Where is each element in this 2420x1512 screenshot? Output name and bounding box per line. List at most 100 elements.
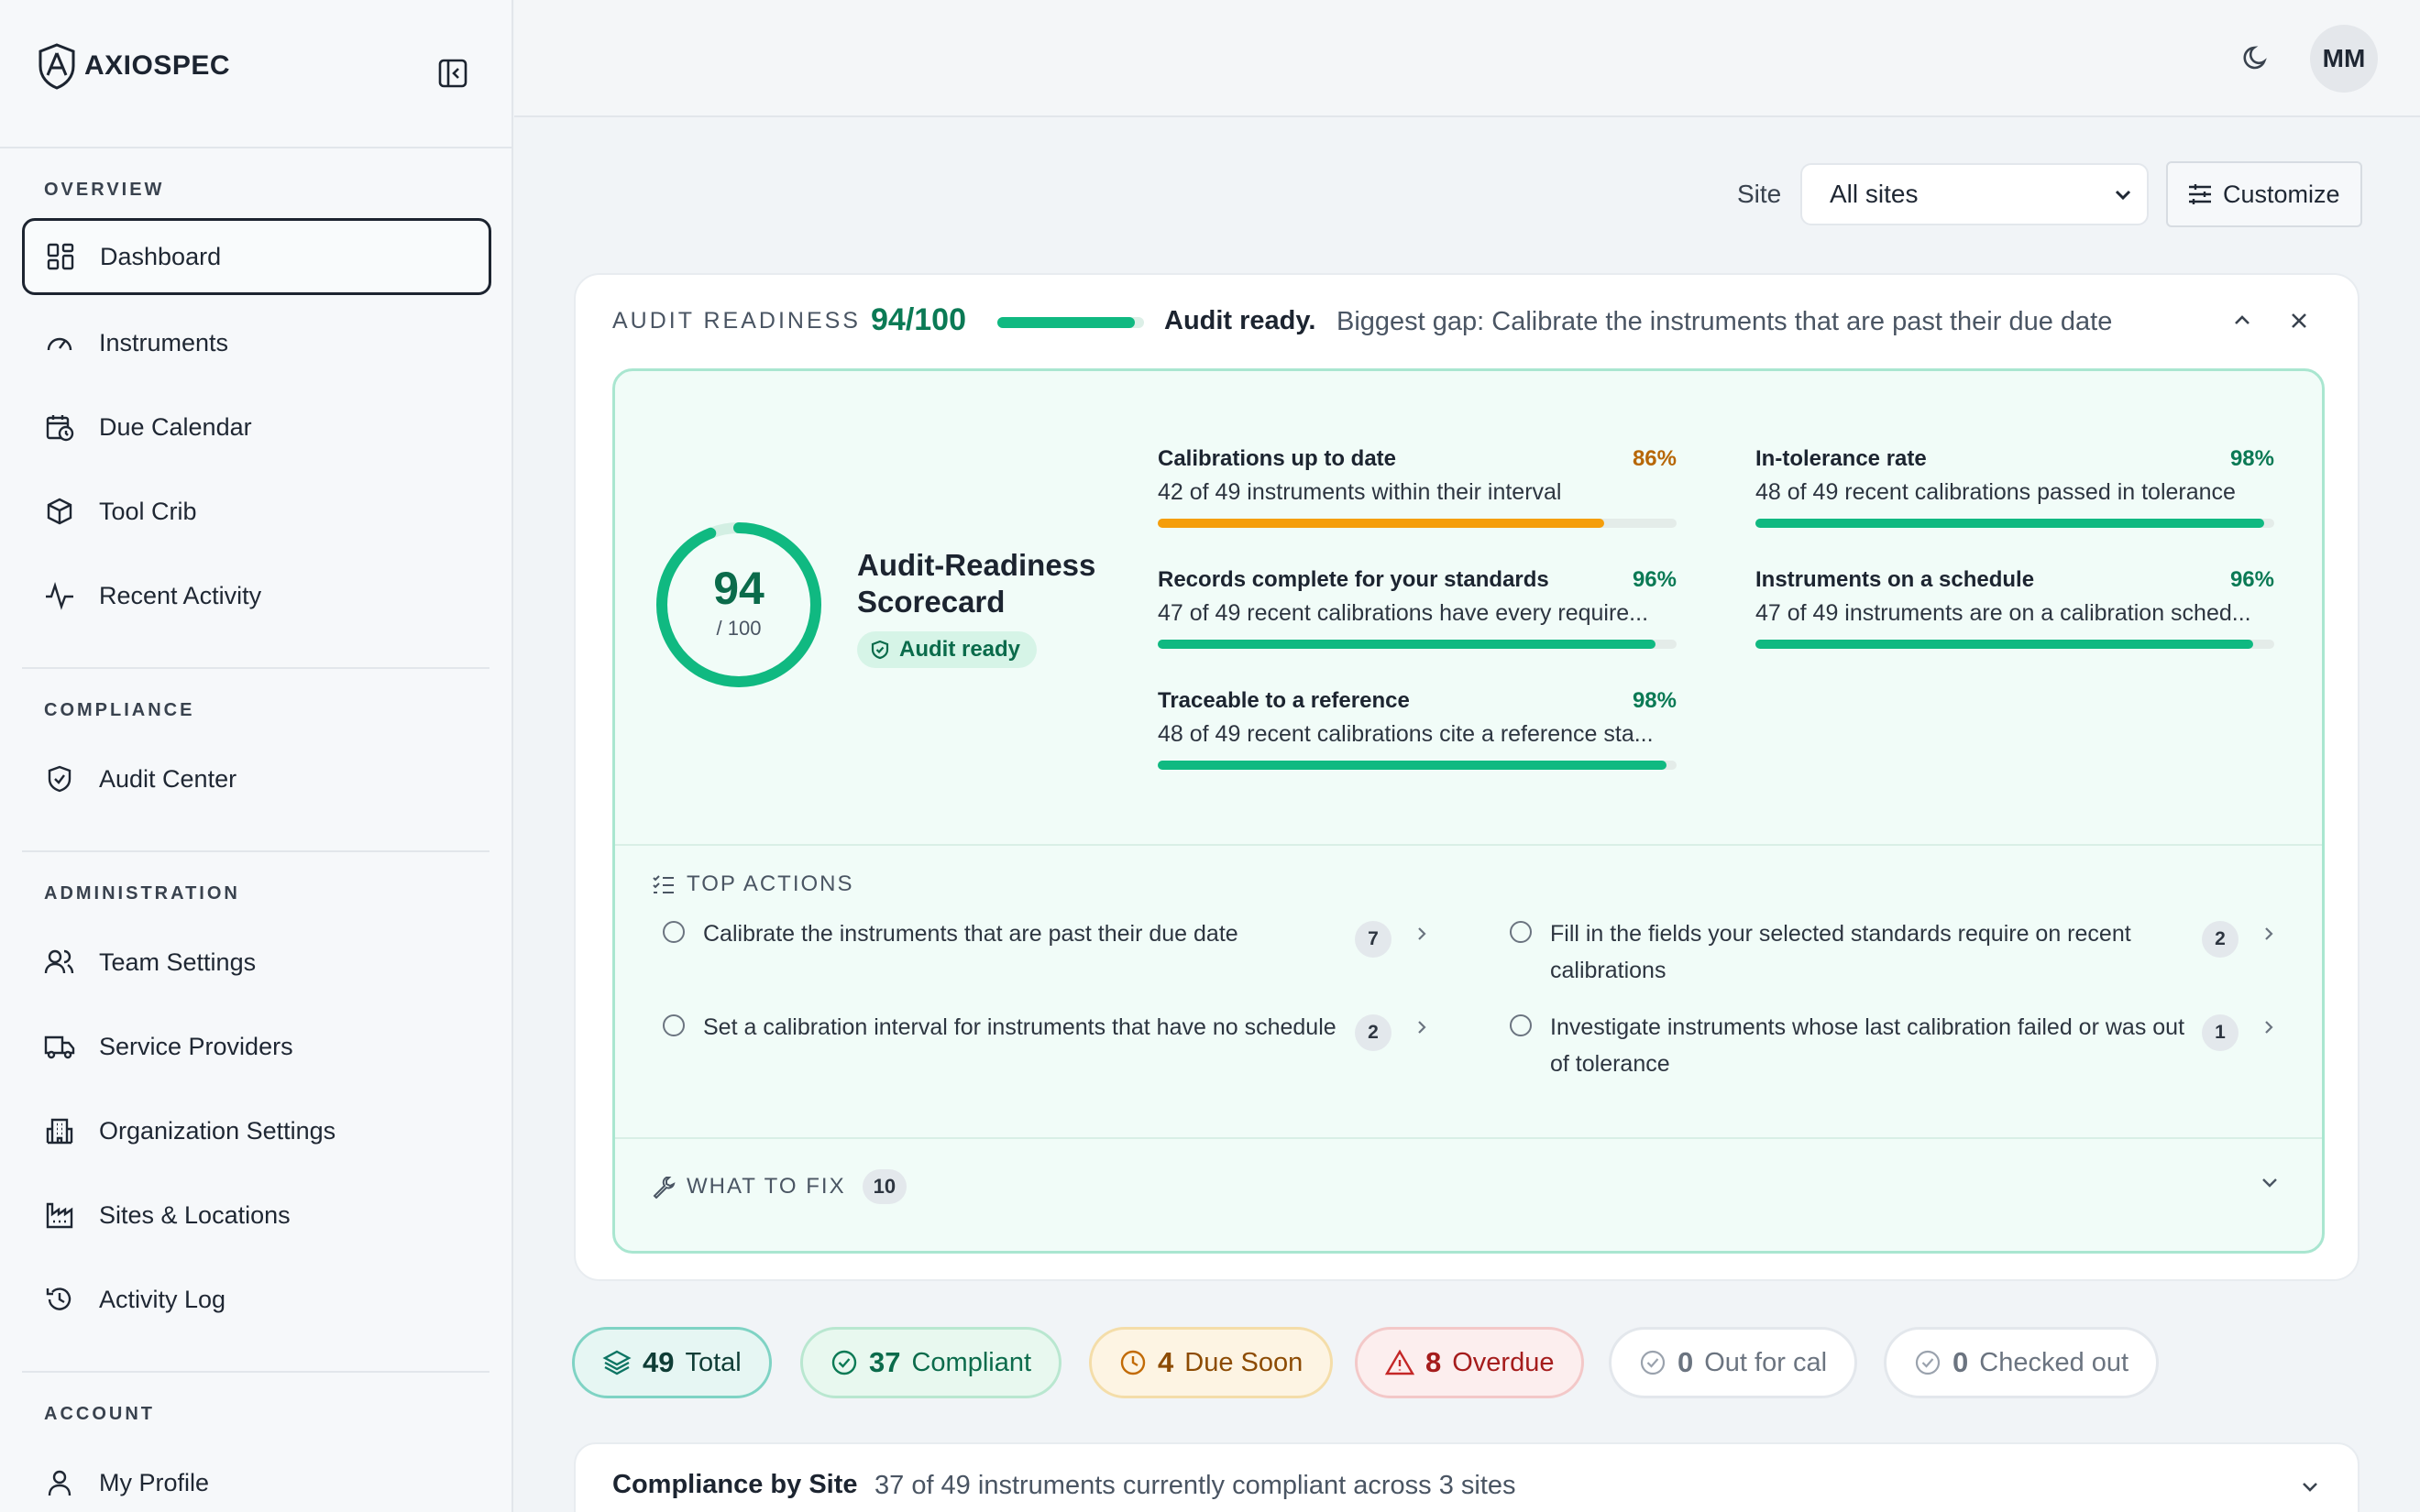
sidebar: AXIOSPEC OVERVIEW Dashboard Instruments: [0, 0, 513, 1512]
action-item[interactable]: Calibrate the instruments that are past …: [663, 915, 1451, 958]
metric-progress-fill: [1158, 761, 1666, 770]
brand-name: AXIOSPEC: [84, 50, 231, 81]
what-to-fix-toggle[interactable]: WHAT TO FIX 10: [652, 1169, 908, 1204]
action-checkbox[interactable]: [1510, 1014, 1532, 1036]
compliance-by-site-title: Compliance by Site: [612, 1470, 858, 1499]
sidebar-item-activity-log[interactable]: Activity Log: [22, 1261, 491, 1338]
stat-out-for-cal-pill[interactable]: 0 Out for cal: [1609, 1327, 1858, 1398]
compliance-by-site-card[interactable]: Compliance by Site 37 of 49 instruments …: [574, 1442, 2360, 1512]
sidebar-item-label: Service Providers: [99, 1032, 293, 1060]
metric-progress-fill: [1158, 640, 1656, 649]
stat-checked-out-pill[interactable]: 0 Checked out: [1884, 1327, 2160, 1398]
compliance-by-site-subtitle: 37 of 49 instruments currently compliant…: [874, 1471, 1516, 1500]
action-text: Calibrate the instruments that are past …: [703, 921, 1238, 947]
dark-mode-toggle-icon[interactable]: [2240, 42, 2272, 73]
action-item[interactable]: Fill in the fields your selected standar…: [1510, 915, 2298, 989]
collapse-card-chevron-up-icon[interactable]: [2229, 308, 2255, 334]
section-administration: ADMINISTRATION: [44, 883, 240, 904]
stat-number: 0: [1678, 1346, 1694, 1378]
stat-label: Checked out: [1979, 1347, 2129, 1377]
sliders-icon: [2186, 181, 2214, 208]
users-icon: [44, 947, 75, 978]
sidebar-item-my-profile[interactable]: My Profile: [22, 1444, 491, 1512]
site-select-value: All sites: [1830, 180, 1919, 208]
stat-overdue-pill[interactable]: 8 Overdue: [1355, 1327, 1585, 1398]
action-checkbox[interactable]: [1510, 921, 1532, 943]
action-count-badge: 2: [2202, 921, 2238, 958]
sidebar-item-label: Instruments: [99, 328, 229, 356]
action-item[interactable]: Investigate instruments whose last calib…: [1510, 1009, 2298, 1082]
metric-instruments-on-schedule: Instruments on a schedule 96% 47 of 49 i…: [1755, 567, 2274, 649]
clock-icon: [1119, 1349, 1147, 1376]
site-filter-label: Site: [1737, 180, 1782, 208]
action-checkbox[interactable]: [663, 921, 685, 943]
check-circle-icon: [1639, 1349, 1666, 1376]
history-icon: [44, 1284, 75, 1315]
close-card-icon[interactable]: [2286, 308, 2312, 334]
action-count-badge: 7: [1355, 921, 1392, 958]
action-item[interactable]: Set a calibration interval for instrumen…: [663, 1009, 1451, 1051]
sidebar-item-team-settings[interactable]: Team Settings: [22, 924, 491, 1001]
sidebar-item-instruments[interactable]: Instruments: [22, 304, 491, 381]
gauge-icon: [44, 327, 75, 358]
scorecard-title: Audit-Readiness Scorecard: [857, 548, 1096, 619]
metric-title: Records complete for your standards: [1158, 567, 1549, 592]
sidebar-item-label: Dashboard: [100, 242, 222, 270]
chevron-right-icon: [1413, 1018, 1431, 1036]
metric-progress-track: [1158, 761, 1677, 770]
stat-label: Compliant: [911, 1347, 1032, 1377]
metric-subtitle: 48 of 49 recent calibrations passed in t…: [1755, 479, 2236, 505]
audit-ready-badge-label: Audit ready: [899, 637, 1021, 662]
stat-number: 0: [1952, 1346, 1969, 1378]
axiospec-logo-icon: [35, 42, 79, 90]
action-count-badge: 1: [2202, 1014, 2238, 1051]
sidebar-divider: [22, 850, 490, 852]
user-avatar[interactable]: MM: [2310, 25, 2378, 93]
section-account: ACCOUNT: [44, 1404, 155, 1424]
sidebar-item-recent-activity[interactable]: Recent Activity: [22, 557, 491, 634]
building-icon: [44, 1115, 75, 1146]
customize-button[interactable]: Customize: [2166, 161, 2362, 227]
metric-progress-fill: [1755, 640, 2254, 649]
scorecard-panel: 94 / 100 Audit-Readiness Scorecard Audit…: [612, 368, 2325, 1254]
box-icon: [44, 496, 75, 527]
metric-calibrations-up-to-date: Calibrations up to date 86% 42 of 49 ins…: [1158, 446, 1677, 528]
sidebar-item-sites-locations[interactable]: Sites & Locations: [22, 1177, 491, 1254]
sidebar-divider: [22, 1371, 490, 1373]
checklist-icon: [652, 873, 676, 895]
what-to-fix-label: WHAT TO FIX: [687, 1174, 846, 1199]
sidebar-item-service-providers[interactable]: Service Providers: [22, 1008, 491, 1085]
brand-logo[interactable]: AXIOSPEC: [35, 42, 230, 90]
metric-percent: 96%: [1632, 567, 1677, 592]
stat-number: 8: [1425, 1346, 1442, 1378]
truck-icon: [44, 1031, 75, 1062]
audit-score: 94/100: [871, 302, 966, 337]
audit-ready-badge: Audit ready: [857, 631, 1038, 668]
chevron-down-icon[interactable]: [2258, 1170, 2282, 1194]
sidebar-item-audit-center[interactable]: Audit Center: [22, 740, 491, 817]
warning-triangle-icon: [1385, 1349, 1414, 1376]
sidebar-item-label: Audit Center: [99, 764, 237, 793]
sidebar-item-label: Tool Crib: [99, 497, 197, 525]
sidebar-item-due-calendar[interactable]: Due Calendar: [22, 389, 491, 466]
sidebar-item-label: My Profile: [99, 1468, 210, 1496]
metric-percent: 98%: [2229, 446, 2274, 471]
sidebar-item-tool-crib[interactable]: Tool Crib: [22, 473, 491, 550]
metric-records-complete: Records complete for your standards 96% …: [1158, 567, 1677, 649]
stat-compliant-pill[interactable]: 37 Compliant: [800, 1327, 1062, 1398]
chevron-down-icon[interactable]: [2297, 1474, 2323, 1499]
stat-total-pill[interactable]: 49 Total: [572, 1327, 772, 1398]
sidebar-item-organization-settings[interactable]: Organization Settings: [22, 1092, 491, 1169]
audit-readiness-label: AUDIT READINESS: [612, 308, 861, 334]
collapse-sidebar-button[interactable]: [431, 53, 475, 93]
audit-biggest-gap: Biggest gap: Calibrate the instruments t…: [1336, 307, 2113, 336]
site-select[interactable]: All sites: [1800, 163, 2149, 225]
metric-title: Traceable to a reference: [1158, 688, 1410, 713]
shield-check-icon: [870, 640, 890, 660]
sidebar-item-dashboard[interactable]: Dashboard: [22, 218, 491, 295]
action-text: Investigate instruments whose last calib…: [1550, 1014, 2185, 1077]
stat-due-soon-pill[interactable]: 4 Due Soon: [1089, 1327, 1334, 1398]
action-checkbox[interactable]: [663, 1014, 685, 1036]
user-icon: [44, 1467, 75, 1498]
top-actions-label: TOP ACTIONS: [687, 871, 854, 896]
